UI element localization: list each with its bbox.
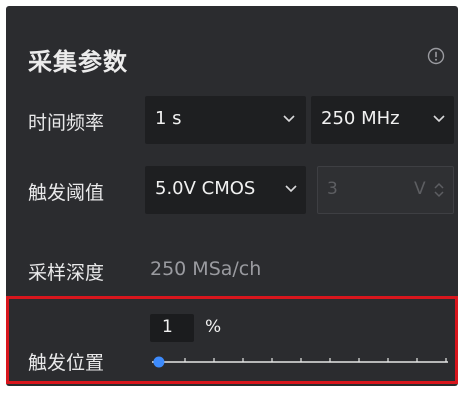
time-select-value: 1 s — [155, 108, 182, 129]
trigger-level-select[interactable]: 5.0V CMOS — [145, 166, 306, 214]
trigger-position-label: 触发位置 — [28, 352, 105, 374]
chevron-down-icon — [433, 115, 445, 123]
custom-threshold-unit: V — [414, 179, 426, 199]
trigger-position-input[interactable]: 1 — [150, 314, 194, 342]
sample-depth-value: 250 MSa/ch — [150, 258, 262, 280]
trigger-threshold-label: 触发阈值 — [28, 182, 105, 204]
trigger-position-value: 1 — [162, 317, 173, 337]
custom-threshold-input: 3 V — [317, 166, 454, 214]
custom-threshold-value: 3 — [327, 179, 338, 199]
trigger-position-unit: % — [205, 317, 222, 337]
slider-thumb[interactable] — [153, 356, 165, 368]
info-circle-icon[interactable] — [427, 47, 445, 65]
sample-depth-label: 采样深度 — [28, 262, 105, 284]
acquisition-panel: 采集参数 时间频率 1 s 250 MHz 触发阈值 5.0V CMOS 3 V — [6, 6, 458, 386]
frequency-select-value: 250 MHz — [321, 108, 400, 129]
chevron-down-icon — [283, 115, 295, 123]
trigger-level-select-value: 5.0V CMOS — [155, 178, 256, 199]
chevron-down-icon — [285, 185, 297, 193]
trigger-position-slider[interactable] — [148, 349, 450, 375]
time-frequency-label: 时间频率 — [28, 112, 105, 134]
stepper-arrows-icon — [434, 182, 444, 198]
frequency-select[interactable]: 250 MHz — [311, 96, 454, 144]
time-select[interactable]: 1 s — [145, 96, 306, 144]
panel-title: 采集参数 — [28, 48, 128, 76]
